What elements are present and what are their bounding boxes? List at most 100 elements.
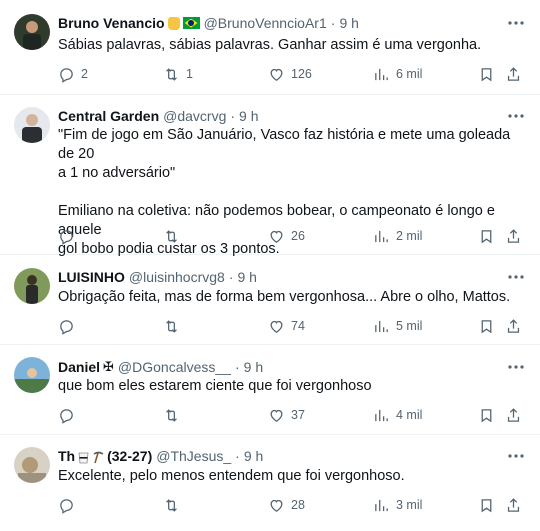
tweet[interactable]: LUISINHO @luisinhocrvg8 · 9 h Obrigação … — [0, 255, 540, 345]
user-name-suffix[interactable]: (32-27) — [107, 447, 152, 465]
raised-hand-emoji — [167, 16, 180, 30]
timestamp[interactable]: 9 h — [339, 14, 358, 32]
separator-dot: · — [330, 15, 336, 31]
views-icon — [375, 68, 388, 80]
views-button[interactable]: 6 mil — [373, 64, 422, 84]
tweet[interactable]: Bruno Venancio @BrunoVenncioAr1 · 9 h Sá… — [0, 0, 540, 95]
retweet-icon — [166, 498, 177, 512]
like-button[interactable]: 28 — [268, 495, 305, 515]
like-button[interactable]: 37 — [268, 405, 305, 425]
retweet-button[interactable] — [163, 495, 186, 515]
like-button[interactable]: 126 — [268, 64, 312, 84]
tweet-actions: 74 5 mil — [58, 316, 528, 336]
user-name[interactable]: Bruno Venancio — [58, 14, 165, 32]
tweet[interactable]: Central Garden @davcrvg · 9 h "Fim de jo… — [0, 95, 540, 257]
heart-icon — [270, 499, 283, 512]
user-handle[interactable]: @DGoncalvess__ — [118, 358, 231, 376]
bookmark-button[interactable] — [478, 64, 495, 84]
user-name[interactable]: Daniel — [58, 358, 100, 376]
tweet-text: Excelente, pelo menos entendem que foi v… — [58, 467, 528, 486]
share-button[interactable] — [505, 64, 522, 84]
user-name[interactable]: Central Garden — [58, 107, 159, 125]
tweet[interactable]: Daniel ✠ @DGoncalvess__ · 9 h que bom el… — [0, 345, 540, 435]
retweet-button[interactable] — [163, 405, 186, 425]
share-icon — [507, 497, 520, 512]
share-button[interactable] — [505, 316, 522, 336]
heart-icon — [270, 68, 283, 81]
tweet-text-line: "Fim de jogo em São Januário, Vasco faz … — [58, 127, 511, 162]
views-button[interactable]: 5 mil — [373, 316, 422, 336]
retweet-icon — [166, 319, 177, 333]
reply-icon — [60, 67, 73, 83]
more-icon[interactable] — [506, 447, 526, 465]
like-button[interactable]: 26 — [268, 226, 305, 246]
share-button[interactable] — [505, 495, 522, 515]
tweet[interactable]: Th (32-27) @ThJesus_ · 9 h Excelente, pe… — [0, 435, 540, 531]
retweet-count: 1 — [186, 67, 193, 81]
reply-button[interactable] — [58, 226, 81, 246]
cross-symbol: ✠ — [103, 359, 114, 374]
reply-icon — [60, 498, 73, 514]
martial-arts-uniform-emoji — [77, 450, 90, 463]
like-button[interactable]: 74 — [268, 316, 305, 336]
separator-dot: · — [230, 108, 236, 124]
share-button[interactable] — [505, 226, 522, 246]
user-name[interactable]: LUISINHO — [58, 268, 125, 286]
share-icon — [507, 66, 520, 81]
views-count: 2 mil — [396, 229, 423, 243]
views-button[interactable]: 3 mil — [373, 495, 422, 515]
user-name[interactable]: Th — [58, 447, 75, 465]
avatar[interactable] — [14, 447, 50, 483]
timestamp[interactable]: 9 h — [244, 358, 263, 376]
reply-icon — [60, 408, 73, 424]
bookmark-button[interactable] — [478, 316, 495, 336]
like-count: 28 — [291, 498, 305, 512]
share-button[interactable] — [505, 405, 522, 425]
tweet-actions: 2 1 126 6 mil — [58, 64, 528, 84]
tweet-actions: 28 3 mil — [58, 495, 528, 515]
timestamp[interactable]: 9 h — [237, 268, 256, 286]
heart-icon — [270, 230, 283, 243]
avatar[interactable] — [14, 357, 50, 393]
user-handle[interactable]: @BrunoVenncioAr1 — [204, 14, 327, 32]
bookmark-icon — [481, 408, 492, 422]
more-icon[interactable] — [506, 107, 526, 125]
bookmark-icon — [481, 67, 492, 81]
share-icon — [507, 407, 520, 422]
user-handle[interactable]: @davcrvg — [163, 107, 226, 125]
avatar[interactable] — [14, 107, 50, 143]
more-icon[interactable] — [506, 14, 526, 32]
bookmark-button[interactable] — [478, 495, 495, 515]
user-handle[interactable]: @luisinhocrvg8 — [129, 268, 225, 286]
views-button[interactable]: 4 mil — [373, 405, 422, 425]
views-icon — [375, 409, 388, 421]
retweet-icon — [166, 408, 177, 422]
reply-button[interactable] — [58, 316, 81, 336]
retweet-button[interactable]: 1 — [163, 64, 193, 84]
avatar[interactable] — [14, 268, 50, 304]
retweet-button[interactable] — [163, 226, 186, 246]
views-count: 6 mil — [396, 67, 423, 81]
user-handle[interactable]: @ThJesus_ — [156, 447, 231, 465]
separator-dot: · — [234, 359, 240, 375]
bookmark-button[interactable] — [478, 226, 495, 246]
more-icon[interactable] — [506, 268, 526, 286]
retweet-icon — [166, 229, 177, 243]
views-button[interactable]: 2 mil — [373, 226, 422, 246]
more-icon[interactable] — [506, 358, 526, 376]
tweet-text-line — [58, 183, 528, 202]
like-count: 37 — [291, 408, 305, 422]
bookmark-icon — [481, 498, 492, 512]
like-count: 74 — [291, 319, 305, 333]
reply-button[interactable] — [58, 495, 81, 515]
timestamp[interactable]: 9 h — [244, 447, 263, 465]
tweet-text: que bom eles estarem ciente que foi verg… — [58, 377, 528, 396]
views-icon — [375, 499, 388, 511]
reply-button[interactable]: 2 — [58, 64, 88, 84]
bookmark-button[interactable] — [478, 405, 495, 425]
retweet-button[interactable] — [163, 316, 186, 336]
timestamp[interactable]: 9 h — [239, 107, 258, 125]
separator-dot: · — [235, 448, 240, 464]
avatar[interactable] — [14, 14, 50, 50]
reply-button[interactable] — [58, 405, 81, 425]
